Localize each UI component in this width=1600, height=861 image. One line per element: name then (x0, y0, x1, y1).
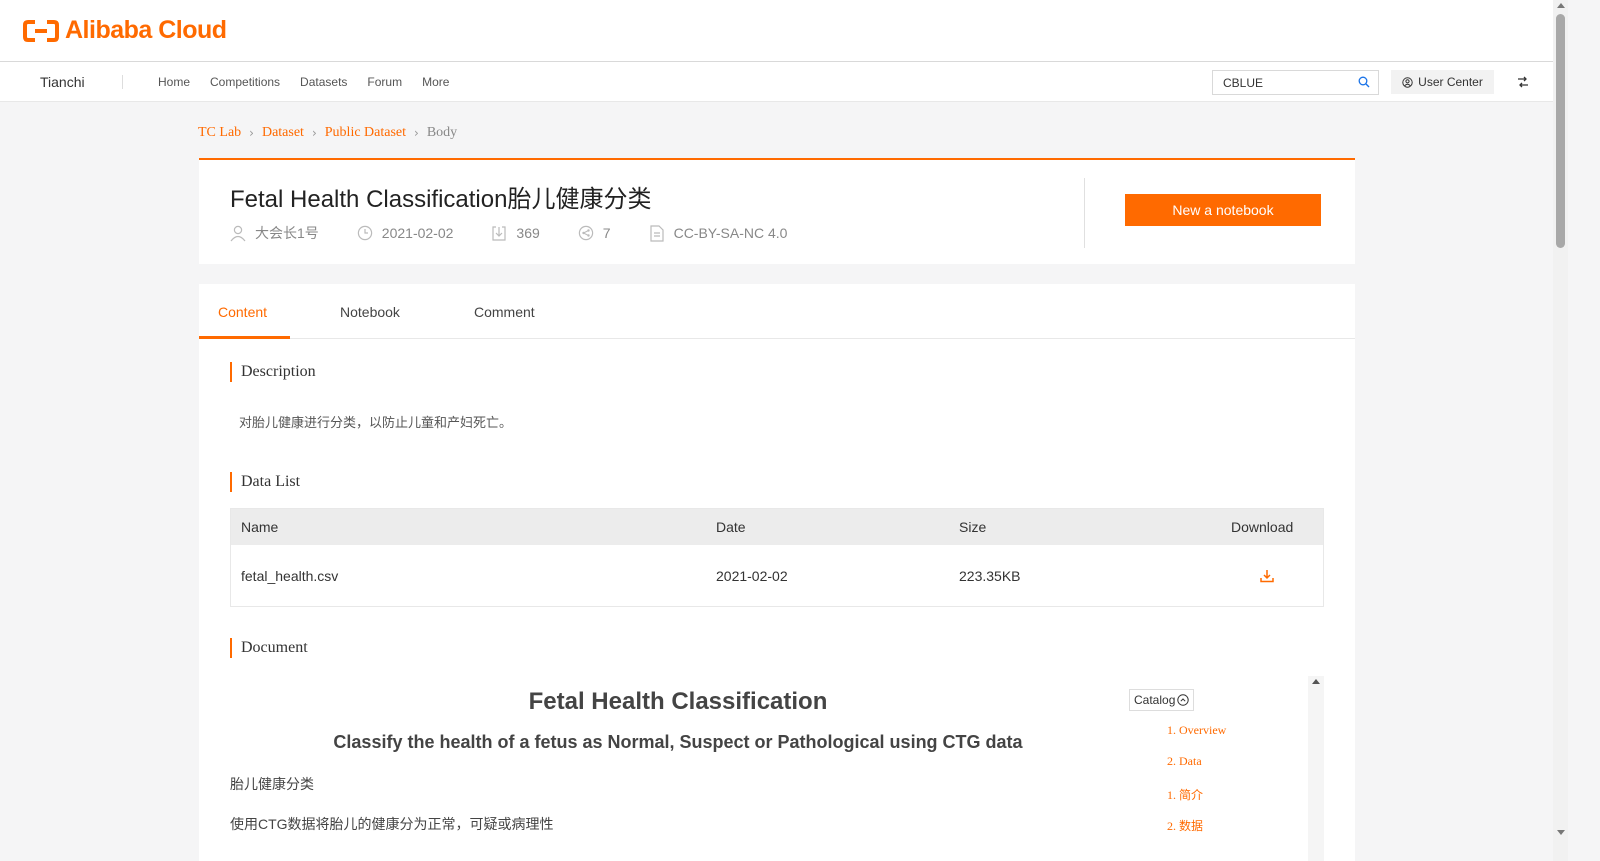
scroll-up-arrow-icon[interactable] (1557, 3, 1565, 8)
meta-license: CC-BY-SA-NC 4.0 (649, 224, 788, 242)
alibaba-cloud-logo[interactable]: Alibaba Cloud (23, 16, 227, 45)
user-center-button[interactable]: User Center (1391, 70, 1494, 94)
file-date: 2021-02-02 (716, 567, 788, 584)
meta-downloads: 369 (491, 225, 540, 241)
nav-link-forum[interactable]: Forum (367, 75, 402, 89)
document-icon (649, 224, 664, 242)
license-text: CC-BY-SA-NC 4.0 (673, 225, 788, 241)
description-text: 对胎儿健康进行分类，以防止儿童和产妇死亡。 (239, 415, 513, 430)
catalog-label: Catalog (1134, 693, 1176, 707)
table-header: Name Date Size Download (231, 509, 1323, 545)
catalog-toggle-button[interactable]: Catalog (1129, 689, 1195, 711)
table-row: fetal_health.csv 2021-02-02 223.35KB (231, 545, 1323, 606)
doc-subheading: Classify the health of a fetus as Normal… (333, 732, 1023, 752)
section-accent-bar (230, 472, 232, 492)
tab-content[interactable]: Content (218, 304, 267, 320)
nav-link-home[interactable]: Home (158, 75, 190, 89)
nav-bar: Tianchi Home Competitions Datasets Forum… (0, 62, 1553, 102)
dataset-title: Fetal Health Classification胎儿健康分类 (230, 186, 652, 213)
search-box (1212, 70, 1379, 95)
breadcrumb-public-dataset[interactable]: Public Dataset (325, 125, 406, 141)
publish-date: 2021-02-02 (381, 225, 454, 241)
column-header-download: Download (1231, 519, 1294, 535)
catalog-scroll-up-icon[interactable] (1312, 679, 1320, 684)
page-scrollbar[interactable] (1553, 0, 1568, 861)
document-title: Document (241, 639, 308, 656)
scroll-down-arrow-icon[interactable] (1557, 830, 1565, 835)
doc-heading: Fetal Health Classification (528, 688, 828, 715)
scrollbar-thumb[interactable] (1556, 14, 1565, 248)
author-name[interactable]: 大会长1号 (255, 223, 319, 243)
user-center-label: User Center (1418, 75, 1483, 89)
file-size: 223.35KB (959, 567, 1021, 584)
nav-link-more[interactable]: More (422, 75, 449, 89)
search-input[interactable] (1213, 71, 1348, 94)
catalog-item-data-zh[interactable]: 2. 数据 (1167, 817, 1203, 834)
nav-link-datasets[interactable]: Datasets (300, 75, 347, 89)
breadcrumb-tc-lab[interactable]: TC Lab (198, 125, 241, 141)
dataset-meta: 大会长1号 2021-02-02 369 7 CC-BY-SA-NC 4.0 (230, 223, 825, 243)
chevron-right-icon: › (311, 126, 317, 140)
description-title: Description (241, 363, 316, 380)
document-heading: Document (230, 638, 308, 658)
dataset-header-card: Fetal Health Classification胎儿健康分类 大会长1号 … (199, 158, 1355, 264)
clock-icon (357, 225, 372, 241)
meta-date: 2021-02-02 (357, 225, 454, 241)
file-name: fetal_health.csv (241, 567, 339, 584)
catalog-item-intro-zh[interactable]: 1. 简介 (1167, 786, 1203, 803)
user-icon (230, 225, 246, 241)
data-list-heading: Data List (230, 472, 300, 492)
share-icon (578, 225, 593, 241)
chevron-up-circle-icon (1177, 694, 1190, 706)
chevron-right-icon: › (249, 126, 254, 140)
description-heading: Description (230, 362, 316, 382)
column-header-name: Name (241, 519, 279, 535)
active-tab-indicator (199, 336, 290, 339)
nav-divider (122, 75, 123, 89)
doc-paragraph: 胎儿健康分类 (230, 776, 314, 792)
section-accent-bar (230, 362, 232, 382)
new-notebook-button[interactable]: New a notebook (1125, 194, 1321, 226)
search-icon[interactable] (1358, 76, 1370, 88)
breadcrumb: TC Lab › Dataset › Public Dataset › Body (198, 125, 457, 141)
chevron-right-icon: › (414, 126, 419, 140)
column-header-size: Size (959, 519, 987, 535)
brand-bar: Alibaba Cloud (0, 0, 1553, 62)
catalog-item-overview[interactable]: 1. Overview (1167, 723, 1226, 738)
nav-links: Home Competitions Datasets Forum More (158, 75, 469, 89)
tab-bar: Content Notebook Comment (199, 284, 1355, 339)
tab-notebook[interactable]: Notebook (340, 304, 400, 320)
download-count: 369 (516, 225, 540, 241)
nav-brand-tianchi[interactable]: Tianchi (40, 74, 85, 90)
download-icon[interactable] (1260, 569, 1274, 583)
logo-text: Alibaba Cloud (65, 16, 227, 44)
catalog-scrollbar[interactable] (1308, 676, 1324, 861)
user-circle-icon (1402, 76, 1413, 88)
alibaba-cloud-logo-icon (23, 19, 59, 42)
tab-comment[interactable]: Comment (474, 304, 535, 320)
header-divider (1084, 178, 1085, 248)
catalog-panel: Catalog 1. Overview 2. Data 1. 简介 2. 数据 (1123, 676, 1308, 861)
doc-paragraph: 使用CTG数据将胎儿的健康分为正常，可疑或病理性 (230, 816, 554, 832)
meta-author: 大会长1号 (230, 223, 319, 243)
catalog-item-data[interactable]: 2. Data (1167, 754, 1202, 769)
data-list-title: Data List (241, 473, 301, 490)
switch-icon[interactable] (1517, 76, 1529, 88)
section-accent-bar (230, 638, 232, 658)
download-count-icon (492, 226, 507, 241)
nav-link-competitions[interactable]: Competitions (210, 75, 280, 89)
data-list-table: Name Date Size Download fetal_health.csv… (230, 508, 1324, 607)
breadcrumb-body: Body (426, 125, 458, 140)
breadcrumb-dataset[interactable]: Dataset (262, 125, 304, 141)
share-count: 7 (602, 225, 611, 241)
meta-shares: 7 (578, 225, 611, 241)
content-card: Content Notebook Comment Description 对胎儿… (199, 284, 1355, 861)
column-header-date: Date (716, 519, 746, 535)
